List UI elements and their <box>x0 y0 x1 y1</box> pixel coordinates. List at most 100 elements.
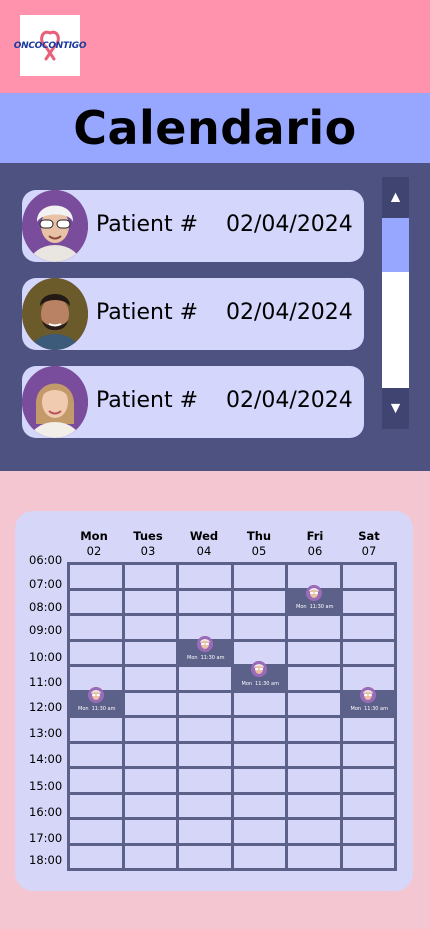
calendar-slot[interactable] <box>233 845 285 868</box>
calendar-slot[interactable] <box>288 667 340 690</box>
scroll-thumb[interactable] <box>382 218 409 272</box>
calendar-slot[interactable] <box>342 590 394 613</box>
calendar-slot[interactable] <box>179 667 231 690</box>
calendar-slot[interactable] <box>233 565 285 588</box>
calendar-slot[interactable] <box>70 743 122 766</box>
calendar-slot[interactable] <box>288 769 340 792</box>
calendar-slot[interactable] <box>124 743 176 766</box>
calendar-slot[interactable] <box>342 718 394 741</box>
time-label: 13:00 <box>29 726 63 740</box>
day-header-mon[interactable]: Mon 02 <box>68 529 120 558</box>
appointment-slot[interactable]: Mon 11:30 am <box>342 686 394 715</box>
calendar-slot[interactable] <box>179 820 231 843</box>
day-header-tues[interactable]: Tues 03 <box>122 529 174 558</box>
appointment-time: 11:30 am <box>309 604 334 610</box>
calendar-slot[interactable] <box>342 769 394 792</box>
calendar-slot[interactable] <box>70 718 122 741</box>
calendar-slot[interactable] <box>124 616 176 639</box>
appointment-time: 11:30 am <box>255 680 279 687</box>
calendar-slot[interactable] <box>179 565 231 588</box>
patient-card[interactable]: Patient # 02/04/2024 <box>22 190 364 262</box>
calendar-slot[interactable] <box>233 616 285 639</box>
calendar-slot[interactable] <box>70 820 122 843</box>
time-label: 11:00 <box>29 675 63 689</box>
day-number: 05 <box>251 544 267 558</box>
calendar-slot[interactable] <box>288 641 340 664</box>
calendar-slot[interactable] <box>288 845 340 868</box>
appointment-avatar <box>360 686 377 703</box>
calendar-slot[interactable] <box>342 845 394 868</box>
calendar-slot[interactable] <box>70 565 122 588</box>
calendar-slot[interactable] <box>179 692 231 715</box>
appointment-slot[interactable]: Mon 11:30 am <box>70 686 122 715</box>
calendar-slot[interactable] <box>179 718 231 741</box>
calendar-slot[interactable] <box>124 794 176 817</box>
appointment-slot[interactable]: Mon 11:30 am <box>179 635 231 664</box>
app-header: ONCOCONTIGO <box>0 0 430 93</box>
calendar-slot[interactable] <box>70 769 122 792</box>
calendar-slot[interactable] <box>179 769 231 792</box>
calendar-slot[interactable] <box>342 743 394 766</box>
patient-name: Patient # <box>96 212 199 237</box>
calendar-slot[interactable] <box>70 794 122 817</box>
calendar-slot[interactable] <box>342 616 394 639</box>
day-header-fri[interactable]: Fri 06 <box>289 529 341 558</box>
calendar-slot[interactable] <box>70 845 122 868</box>
calendar-slot[interactable] <box>233 692 285 715</box>
calendar-slot[interactable] <box>179 845 231 868</box>
patient-card[interactable]: Patient # 02/04/2024 <box>22 278 364 350</box>
calendar-slot[interactable] <box>288 692 340 715</box>
calendar-slot[interactable] <box>70 641 122 664</box>
calendar-slot[interactable] <box>179 743 231 766</box>
day-header-sat[interactable]: Sat 07 <box>343 529 395 558</box>
calendar-slot[interactable] <box>179 590 231 613</box>
calendar-slot[interactable] <box>124 667 176 690</box>
calendar-slot[interactable] <box>288 820 340 843</box>
scroll-down-button[interactable]: ▼ <box>382 388 409 429</box>
calendar-slot[interactable] <box>233 743 285 766</box>
appointment-slot[interactable]: Mon 11:30 am <box>288 584 340 613</box>
appointment-avatar <box>251 661 268 677</box>
scroll-up-button[interactable]: ▲ <box>382 177 409 218</box>
patient-avatar <box>22 190 88 262</box>
calendar-slot[interactable] <box>124 692 176 715</box>
day-header-wed[interactable]: Wed 04 <box>178 529 230 558</box>
patient-date: 02/04/2024 <box>226 388 353 413</box>
calendar-slot[interactable] <box>124 820 176 843</box>
day-header-thu[interactable]: Thu 05 <box>233 529 285 558</box>
appointment-day: Mon <box>296 604 307 610</box>
patient-list-scrollbar[interactable]: ▲ ▼ <box>382 177 409 429</box>
calendar-slot[interactable] <box>233 769 285 792</box>
calendar-slot[interactable] <box>124 769 176 792</box>
calendar-slot[interactable] <box>179 794 231 817</box>
calendar-slot[interactable] <box>124 590 176 613</box>
calendar-slot[interactable] <box>233 794 285 817</box>
calendar-slot[interactable] <box>342 794 394 817</box>
title-bar: Calendario <box>0 93 430 163</box>
calendar-slot[interactable] <box>124 565 176 588</box>
day-name: Wed <box>189 529 219 543</box>
time-label: 16:00 <box>29 805 63 819</box>
time-label: 12:00 <box>29 700 63 714</box>
calendar-slot[interactable] <box>233 590 285 613</box>
day-number: 07 <box>361 544 377 558</box>
calendar-slot[interactable] <box>233 718 285 741</box>
calendar-slot[interactable] <box>233 820 285 843</box>
appointment-slot[interactable]: Mon 11:30 am <box>233 661 285 690</box>
calendar-slot[interactable] <box>288 743 340 766</box>
calendar-slot[interactable] <box>342 565 394 588</box>
calendar-slot[interactable] <box>288 616 340 639</box>
calendar-slot[interactable] <box>124 845 176 868</box>
calendar-slot[interactable] <box>124 718 176 741</box>
calendar-slot[interactable] <box>342 820 394 843</box>
oncocontigo-logo[interactable]: ONCOCONTIGO <box>14 15 87 76</box>
calendar-slot[interactable] <box>342 641 394 664</box>
appointment-avatar <box>305 584 322 601</box>
calendar-slot[interactable] <box>124 641 176 664</box>
calendar-slot[interactable] <box>70 590 122 613</box>
day-name: Thu <box>246 529 272 543</box>
patient-card[interactable]: Patient # 02/04/2024 <box>22 366 364 438</box>
calendar-slot[interactable] <box>288 718 340 741</box>
calendar-slot[interactable] <box>70 616 122 639</box>
calendar-slot[interactable] <box>288 794 340 817</box>
